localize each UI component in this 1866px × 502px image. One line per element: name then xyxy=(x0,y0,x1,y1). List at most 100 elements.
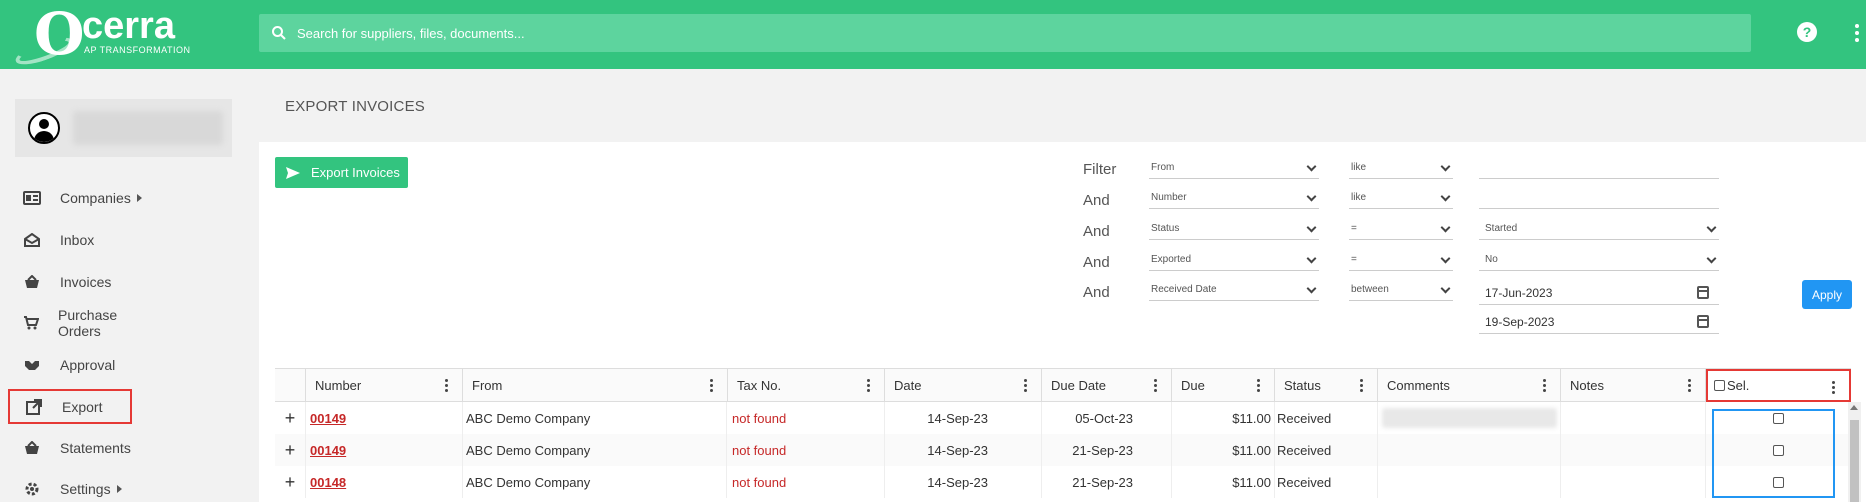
chevron-down-icon xyxy=(1440,191,1451,202)
column-header-number[interactable]: Number xyxy=(306,369,463,402)
search-input[interactable] xyxy=(297,14,1737,52)
sidebar-item-inbox[interactable]: Inbox xyxy=(8,223,132,257)
filter-operator-select[interactable]: like xyxy=(1349,157,1453,179)
filter-value-select[interactable]: No xyxy=(1479,249,1719,271)
filter-connector: And xyxy=(1083,223,1110,240)
cart-icon xyxy=(23,315,39,331)
due-cell: $11.00 xyxy=(1172,402,1275,434)
date-to-input[interactable]: 19-Sep-2023 xyxy=(1479,310,1719,334)
selected-value: No xyxy=(1485,254,1498,265)
chevron-down-icon xyxy=(1440,283,1451,294)
filter-operator-select[interactable]: = xyxy=(1349,218,1453,240)
due-date-cell: 05-Oct-23 xyxy=(1042,402,1172,434)
column-header-due-date[interactable]: Due Date xyxy=(1042,369,1172,402)
filter-operator-select[interactable]: like xyxy=(1349,187,1453,209)
select-all-checkbox[interactable] xyxy=(1714,380,1725,391)
scroll-up-icon[interactable] xyxy=(1850,405,1858,410)
filter-field-select[interactable]: Status xyxy=(1149,218,1319,240)
column-menu-icon[interactable] xyxy=(1024,379,1027,392)
column-menu-icon[interactable] xyxy=(867,379,870,392)
column-header-from[interactable]: From xyxy=(463,369,728,402)
column-header-date[interactable]: Date xyxy=(885,369,1042,402)
sidebar-item-approval[interactable]: Approval xyxy=(8,348,132,382)
column-menu-icon[interactable] xyxy=(1688,379,1691,392)
sidebar-item-companies[interactable]: Companies xyxy=(8,181,142,215)
table-scrollbar[interactable] xyxy=(1848,402,1861,502)
comment-redacted xyxy=(1382,408,1557,428)
column-header-status[interactable]: Status xyxy=(1275,369,1378,402)
user-card[interactable] xyxy=(15,99,232,157)
chevron-down-icon xyxy=(1706,253,1717,264)
column-label: Status xyxy=(1284,377,1321,393)
filter-operator-select[interactable]: between xyxy=(1349,279,1453,301)
column-menu-icon[interactable] xyxy=(1154,379,1157,392)
more-vertical-icon[interactable] xyxy=(1855,24,1859,42)
sidebar-item-label: Purchase Orders xyxy=(58,307,118,339)
sidebar-item-invoices[interactable]: Invoices xyxy=(8,265,132,299)
date-cell: 14-Sep-23 xyxy=(885,466,1042,498)
column-header-select[interactable]: Sel. xyxy=(1706,369,1851,402)
filter-value-input[interactable] xyxy=(1479,155,1719,179)
tax-no-cell: not found xyxy=(732,434,885,466)
sidebar-item-settings[interactable]: Settings xyxy=(8,472,132,502)
filter-field-select[interactable]: Exported xyxy=(1149,249,1319,271)
date-value: 19-Sep-2023 xyxy=(1485,314,1555,329)
filter-operator-select[interactable]: = xyxy=(1349,249,1453,271)
filter-field-select[interactable]: Number xyxy=(1149,187,1319,209)
column-label: From xyxy=(472,377,503,393)
comments-cell xyxy=(1378,466,1561,498)
due-cell: $11.00 xyxy=(1172,434,1275,466)
cerra-logo[interactable]: O cerra AP TRANSFORMATION xyxy=(12,4,194,70)
notes-cell xyxy=(1561,402,1706,434)
invoice-number-link[interactable]: 00149 xyxy=(310,411,346,426)
due-cell: $11.00 xyxy=(1172,466,1275,498)
column-header-due[interactable]: Due xyxy=(1172,369,1275,402)
expand-row-button[interactable]: + xyxy=(275,466,306,498)
column-label: Due xyxy=(1181,377,1205,393)
help-icon[interactable]: ? xyxy=(1797,22,1817,42)
calendar-icon[interactable] xyxy=(1697,286,1709,299)
column-menu-icon[interactable] xyxy=(445,379,448,392)
invoice-number-link[interactable]: 00148 xyxy=(310,475,346,490)
global-search[interactable] xyxy=(259,14,1751,52)
gear-icon xyxy=(23,481,41,497)
selected-value: Started xyxy=(1485,223,1518,234)
apply-button[interactable]: Apply xyxy=(1802,280,1852,309)
column-label: Sel. xyxy=(1727,378,1750,393)
column-menu-icon[interactable] xyxy=(710,379,713,392)
column-header-notes[interactable]: Notes xyxy=(1561,369,1706,402)
column-header-comments[interactable]: Comments xyxy=(1378,369,1561,402)
invoice-number-link[interactable]: 00149 xyxy=(310,443,346,458)
calendar-icon[interactable] xyxy=(1697,315,1709,328)
sidebar-item-export[interactable]: Export xyxy=(8,389,132,424)
selected-value: like xyxy=(1351,192,1367,203)
date-from-input[interactable]: 17-Jun-2023 xyxy=(1479,281,1719,305)
status-cell: Received xyxy=(1277,434,1378,466)
due-date-cell: 21-Sep-23 xyxy=(1042,434,1172,466)
chevron-down-icon xyxy=(1306,191,1317,202)
export-invoices-button[interactable]: Export Invoices xyxy=(275,157,408,188)
expand-row-button[interactable]: + xyxy=(275,434,306,466)
expand-row-button[interactable]: + xyxy=(275,402,306,434)
filter-value-select[interactable]: Started xyxy=(1479,218,1719,240)
selected-value: Received Date xyxy=(1151,284,1217,295)
column-menu-icon[interactable] xyxy=(1832,381,1835,394)
column-header-tax-no[interactable]: Tax No. xyxy=(728,369,885,402)
filter-value-input[interactable] xyxy=(1479,185,1719,209)
chevron-down-icon xyxy=(1306,161,1317,172)
selected-value: From xyxy=(1151,162,1175,173)
scroll-thumb[interactable] xyxy=(1850,420,1859,502)
page-title: EXPORT INVOICES xyxy=(285,98,425,115)
filter-field-select[interactable]: Received Date xyxy=(1149,279,1319,301)
caret-right-icon xyxy=(136,194,142,202)
column-menu-icon[interactable] xyxy=(1360,379,1363,392)
column-menu-icon[interactable] xyxy=(1543,379,1546,392)
filter-field-select[interactable]: From xyxy=(1149,157,1319,179)
sidebar-item-statements[interactable]: Statements xyxy=(8,431,132,465)
column-menu-icon[interactable] xyxy=(1257,379,1260,392)
basket-icon xyxy=(23,440,41,456)
column-label: Due Date xyxy=(1051,377,1106,393)
due-date-cell: 21-Sep-23 xyxy=(1042,466,1172,498)
basket-icon xyxy=(23,274,41,290)
sidebar-item-purchase-orders[interactable]: Purchase Orders xyxy=(8,306,132,340)
